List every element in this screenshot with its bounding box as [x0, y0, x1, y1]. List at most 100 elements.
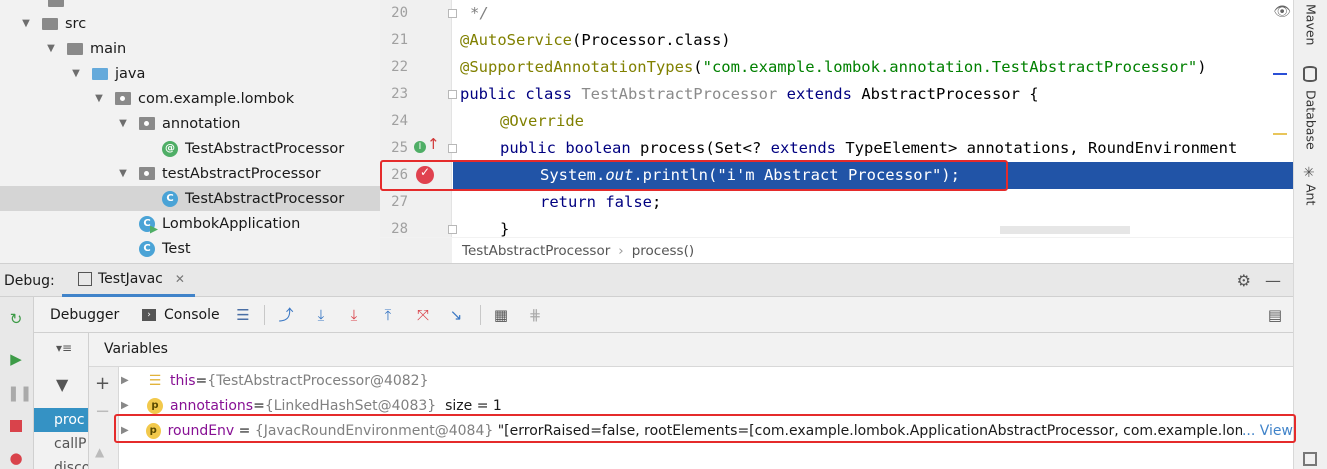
tree-item-testabstractprocessor-package[interactable]: ▼ testAbstractProcessor [0, 161, 380, 186]
class-name-token: TestAbstractProcessor [581, 85, 778, 103]
database-tab[interactable]: Database [1294, 86, 1327, 158]
debug-session-tab[interactable]: TestJavac ✕ [62, 264, 195, 297]
fold-marker-icon[interactable] [448, 225, 457, 234]
class-icon: C [162, 190, 178, 207]
gear-icon[interactable]: ⚙ [1237, 271, 1251, 290]
tree-item-java[interactable]: ▼ java [0, 61, 380, 86]
filter-icon[interactable]: ▼ [56, 375, 68, 394]
frames-filter-icon[interactable]: ▾≡ [56, 341, 72, 355]
ant-tab[interactable]: Ant [1294, 180, 1327, 220]
keyword-token: return false [540, 193, 652, 211]
chevron-down-icon[interactable]: ▼ [117, 168, 129, 179]
frame-item[interactable]: proc [34, 408, 88, 432]
debug-session-label: TestJavac [98, 271, 163, 287]
editor-gutter[interactable]: 20 21 22 23 24 25 26 27 28 I ↑ [380, 0, 457, 237]
variables-header: Variables [89, 333, 1293, 367]
code-token: ; [651, 193, 662, 211]
eye-icon[interactable]: 👁 [1273, 4, 1291, 20]
annotation-token: @Override [500, 112, 584, 130]
error-stripe-mark[interactable] [1273, 73, 1287, 75]
keyword-token: public class [460, 85, 572, 103]
chevron-down-icon[interactable]: ▼ [45, 43, 57, 54]
tree-item-label: src [65, 15, 87, 32]
right-tool-sidebar: Maven Database ✳ Ant [1293, 0, 1327, 469]
add-watch-icon[interactable]: + [95, 373, 110, 394]
variable-value: {LinkedHashSet@4083} [264, 397, 437, 414]
chevron-down-icon[interactable]: ▼ [70, 68, 82, 79]
arrow-up-icon[interactable]: ↑ [427, 135, 440, 153]
code-line-25: public boolean process(Set<? extends Typ… [500, 135, 1237, 162]
panel-icon[interactable] [1303, 452, 1317, 466]
line-number: 23 [391, 86, 408, 102]
maven-tab[interactable]: Maven [1294, 0, 1327, 50]
frame-item[interactable]: disco [34, 456, 88, 469]
tree-item-src[interactable]: ▼ src [0, 11, 380, 36]
tree-item-annotation-class[interactable]: @ TestAbstractProcessor [0, 136, 380, 161]
run-to-cursor-icon[interactable]: ↘ [447, 306, 465, 324]
close-icon[interactable]: ✕ [175, 272, 185, 286]
step-over-icon[interactable]: ⤓ [312, 306, 330, 324]
variable-value: {TestAbstractProcessor@4082} [207, 372, 429, 389]
show-execution-point-icon[interactable]: ⤴ [277, 306, 295, 324]
database-tab-label: Database [1303, 90, 1319, 150]
project-tree: ▼ src ▼ main ▼ java ▼ com.example.lombok… [0, 0, 380, 263]
console-tab[interactable]: › Console [142, 297, 220, 332]
keyword-token: extends [770, 139, 836, 157]
variable-equals: = [195, 372, 208, 389]
fold-marker-icon[interactable] [448, 9, 457, 18]
debug-actions-bar: ↻ ▶ ❚❚ ● [0, 297, 34, 469]
line-stripe-mark[interactable] [1279, 162, 1293, 174]
drop-frame-icon[interactable]: ⤧ [414, 306, 432, 324]
chevron-right-icon[interactable]: ▶ [121, 400, 137, 411]
console-icon: › [142, 308, 156, 321]
chevron-down-icon[interactable]: ▼ [20, 18, 32, 29]
code-line-23: public class TestAbstractProcessor exten… [460, 81, 1039, 108]
rerun-icon[interactable]: ↻ [7, 310, 25, 328]
step-out-icon[interactable]: ⤒ [379, 306, 397, 324]
remove-watch-icon[interactable]: − [95, 401, 110, 422]
horizontal-scrollbar[interactable] [1000, 226, 1130, 234]
code-line-24: @Override [500, 108, 584, 135]
console-tab-label: Console [164, 306, 220, 323]
tree-item-main[interactable]: ▼ main [0, 36, 380, 61]
app-class-icon: C [139, 215, 155, 232]
chevron-down-icon[interactable]: ▼ [93, 93, 105, 104]
view-breakpoints-icon[interactable]: ● [7, 449, 25, 467]
trace-icon[interactable]: ⋕ [526, 306, 544, 324]
code-line-21: @AutoService(Processor.class) [460, 27, 731, 54]
warning-stripe-mark[interactable] [1273, 133, 1287, 135]
code-line-20: */ [470, 4, 489, 22]
move-up-icon[interactable]: ▲ [95, 445, 104, 459]
pause-icon[interactable]: ❚❚ [7, 384, 32, 402]
line-number: 28 [391, 221, 408, 237]
stop-icon[interactable] [7, 418, 25, 436]
minimize-icon[interactable]: — [1265, 271, 1281, 290]
chevron-right-icon[interactable]: ▶ [121, 375, 137, 386]
tree-item-lombokapplication[interactable]: C LombokApplication [0, 211, 380, 236]
breadcrumb-item-method[interactable]: process() [632, 243, 694, 259]
tree-item-testabstractprocessor-class[interactable]: C TestAbstractProcessor [0, 186, 380, 211]
implements-method-icon[interactable]: I [414, 141, 426, 153]
chevron-down-icon[interactable]: ▼ [117, 118, 129, 129]
frame-item[interactable]: callP [34, 432, 88, 456]
fold-marker-icon[interactable] [448, 90, 457, 99]
tree-item-test[interactable]: C Test [0, 236, 380, 261]
evaluate-expression-icon[interactable]: ▦ [492, 306, 510, 324]
variable-row[interactable]: ▶ ☰ this = {TestAbstractProcessor@4082} [119, 368, 1293, 393]
debug-tool-window-header: Debug: TestJavac ✕ ⚙ — [0, 263, 1293, 297]
tree-item-com-example-lombok[interactable]: ▼ com.example.lombok [0, 86, 380, 111]
folder-icon [42, 17, 58, 30]
resume-icon[interactable]: ▶ [7, 350, 25, 368]
fold-marker-icon[interactable] [448, 144, 457, 153]
line-number: 25 [391, 140, 408, 156]
force-step-into-icon[interactable]: ⤓ [345, 306, 363, 324]
menu-icon[interactable]: ☰ [234, 306, 252, 324]
tree-item-label: main [90, 40, 127, 57]
layout-settings-icon[interactable]: ▤ [1266, 306, 1284, 324]
tree-item-annotation[interactable]: ▼ annotation [0, 111, 380, 136]
annotation-token: @SupportedAnnotationTypes [460, 58, 694, 76]
breadcrumb-item-class[interactable]: TestAbstractProcessor [462, 243, 610, 259]
debugger-tab[interactable]: Debugger [50, 297, 119, 332]
code-editor[interactable]: 20 21 22 23 24 25 26 27 28 I ↑ */ @AutoS… [380, 0, 1293, 237]
field-lines-icon: ☰ [148, 372, 162, 389]
